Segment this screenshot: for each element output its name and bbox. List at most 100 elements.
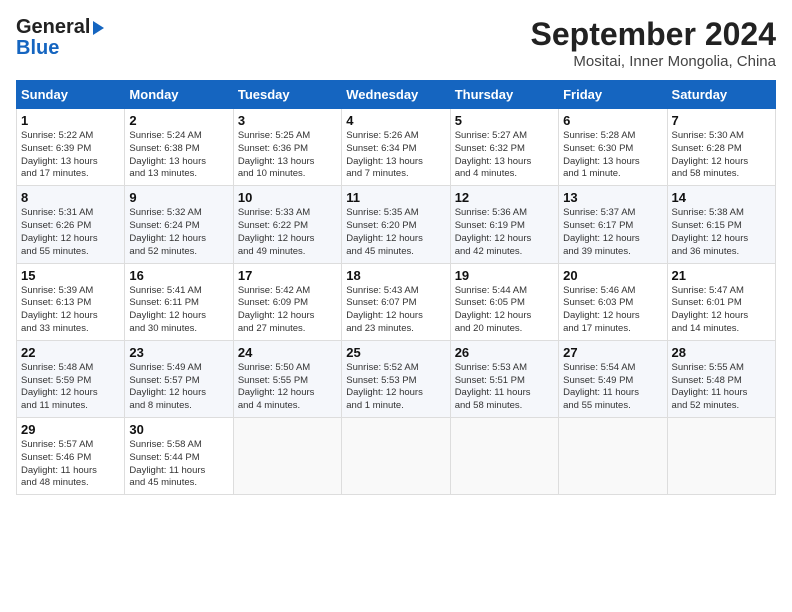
calendar-cell: 23 Sunrise: 5:49 AM Sunset: 5:57 PM Dayli…: [125, 340, 233, 417]
calendar-cell: 7Sunrise: 5:30 AM Sunset: 6:28 PM Daylig…: [667, 109, 775, 186]
day-info: Sunrise: 5:55 AM Sunset: 5:48 PM Dayligh…: [672, 362, 771, 413]
calendar-cell: 26 Sunrise: 5:53 AM Sunset: 5:51 PM Dayli…: [450, 340, 558, 417]
calendar-cell: [450, 418, 558, 495]
col-header-friday: Friday: [559, 81, 667, 109]
calendar-cell: [559, 418, 667, 495]
calendar-cell: 29 Sunrise: 5:57 AM Sunset: 5:46 PM Dayli…: [17, 418, 125, 495]
calendar-cell: 20 Sunrise: 5:46 AM Sunset: 6:03 PM Dayli…: [559, 263, 667, 340]
day-info: Sunrise: 5:48 AM Sunset: 5:59 PM Dayligh…: [21, 362, 120, 413]
day-number: 5: [455, 113, 554, 128]
day-info: Sunrise: 5:46 AM Sunset: 6:03 PM Dayligh…: [563, 285, 662, 336]
calendar-cell: 16 Sunrise: 5:41 AM Sunset: 6:11 PM Dayli…: [125, 263, 233, 340]
logo-arrow-icon: [93, 21, 104, 35]
logo-general: General: [16, 16, 90, 39]
day-number: 2: [129, 113, 228, 128]
day-info: Sunrise: 5:47 AM Sunset: 6:01 PM Dayligh…: [672, 285, 771, 336]
calendar-cell: 6 Sunrise: 5:28 AM Sunset: 6:30 PM Daylig…: [559, 109, 667, 186]
day-info: Sunrise: 5:26 AM Sunset: 6:34 PM Dayligh…: [346, 130, 445, 181]
day-info: Sunrise: 5:42 AM Sunset: 6:09 PM Dayligh…: [238, 285, 337, 336]
day-info: Sunrise: 5:52 AM Sunset: 5:53 PM Dayligh…: [346, 362, 445, 413]
day-info: Sunrise: 5:30 AM Sunset: 6:28 PM Dayligh…: [672, 130, 771, 181]
col-header-saturday: Saturday: [667, 81, 775, 109]
day-info: Sunrise: 5:31 AM Sunset: 6:26 PM Dayligh…: [21, 207, 120, 258]
calendar-cell: 18 Sunrise: 5:43 AM Sunset: 6:07 PM Dayli…: [342, 263, 450, 340]
col-header-monday: Monday: [125, 81, 233, 109]
day-info: Sunrise: 5:44 AM Sunset: 6:05 PM Dayligh…: [455, 285, 554, 336]
day-number: 23: [129, 345, 228, 360]
calendar-cell: 12Sunrise: 5:36 AM Sunset: 6:19 PM Dayli…: [450, 186, 558, 263]
day-info: Sunrise: 5:24 AM Sunset: 6:38 PM Dayligh…: [129, 130, 228, 181]
day-number: 26: [455, 345, 554, 360]
calendar-cell: 27Sunrise: 5:54 AM Sunset: 5:49 PM Dayli…: [559, 340, 667, 417]
calendar-cell: 25 Sunrise: 5:52 AM Sunset: 5:53 PM Dayli…: [342, 340, 450, 417]
day-info: Sunrise: 5:37 AM Sunset: 6:17 PM Dayligh…: [563, 207, 662, 258]
day-info: Sunrise: 5:27 AM Sunset: 6:32 PM Dayligh…: [455, 130, 554, 181]
calendar-cell: [342, 418, 450, 495]
day-number: 8: [21, 190, 120, 205]
calendar-cell: 11 Sunrise: 5:35 AM Sunset: 6:20 PM Dayli…: [342, 186, 450, 263]
day-number: 29: [21, 422, 120, 437]
calendar-cell: 9 Sunrise: 5:32 AM Sunset: 6:24 PM Daylig…: [125, 186, 233, 263]
day-number: 27: [563, 345, 662, 360]
day-number: 10: [238, 190, 337, 205]
calendar-cell: 28Sunrise: 5:55 AM Sunset: 5:48 PM Dayli…: [667, 340, 775, 417]
calendar-cell: 19Sunrise: 5:44 AM Sunset: 6:05 PM Dayli…: [450, 263, 558, 340]
calendar-cell: 21 Sunrise: 5:47 AM Sunset: 6:01 PM Dayli…: [667, 263, 775, 340]
day-number: 11: [346, 190, 445, 205]
day-number: 21: [672, 268, 771, 283]
day-number: 1: [21, 113, 120, 128]
day-info: Sunrise: 5:50 AM Sunset: 5:55 PM Dayligh…: [238, 362, 337, 413]
day-number: 9: [129, 190, 228, 205]
day-number: 16: [129, 268, 228, 283]
calendar-cell: 13 Sunrise: 5:37 AM Sunset: 6:17 PM Dayli…: [559, 186, 667, 263]
logo-blue: Blue: [16, 39, 104, 57]
month-title: September 2024: [531, 16, 776, 53]
day-info: Sunrise: 5:22 AM Sunset: 6:39 PM Dayligh…: [21, 130, 120, 181]
day-number: 3: [238, 113, 337, 128]
day-info: Sunrise: 5:41 AM Sunset: 6:11 PM Dayligh…: [129, 285, 228, 336]
day-number: 24: [238, 345, 337, 360]
day-info: Sunrise: 5:36 AM Sunset: 6:19 PM Dayligh…: [455, 207, 554, 258]
day-number: 4: [346, 113, 445, 128]
calendar-cell: 22Sunrise: 5:48 AM Sunset: 5:59 PM Dayli…: [17, 340, 125, 417]
day-number: 25: [346, 345, 445, 360]
calendar-cell: [667, 418, 775, 495]
day-info: Sunrise: 5:49 AM Sunset: 5:57 PM Dayligh…: [129, 362, 228, 413]
day-info: Sunrise: 5:32 AM Sunset: 6:24 PM Dayligh…: [129, 207, 228, 258]
page-header: General Blue September 2024 Mositai, Inn…: [16, 16, 776, 70]
day-info: Sunrise: 5:28 AM Sunset: 6:30 PM Dayligh…: [563, 130, 662, 181]
day-info: Sunrise: 5:53 AM Sunset: 5:51 PM Dayligh…: [455, 362, 554, 413]
calendar-cell: 2 Sunrise: 5:24 AM Sunset: 6:38 PM Daylig…: [125, 109, 233, 186]
day-number: 13: [563, 190, 662, 205]
day-info: Sunrise: 5:35 AM Sunset: 6:20 PM Dayligh…: [346, 207, 445, 258]
calendar-cell: 4 Sunrise: 5:26 AM Sunset: 6:34 PM Daylig…: [342, 109, 450, 186]
calendar-cell: 24 Sunrise: 5:50 AM Sunset: 5:55 PM Dayli…: [233, 340, 341, 417]
calendar-cell: 10 Sunrise: 5:33 AM Sunset: 6:22 PM Dayli…: [233, 186, 341, 263]
calendar-cell: 3 Sunrise: 5:25 AM Sunset: 6:36 PM Daylig…: [233, 109, 341, 186]
day-info: Sunrise: 5:33 AM Sunset: 6:22 PM Dayligh…: [238, 207, 337, 258]
day-number: 20: [563, 268, 662, 283]
day-number: 6: [563, 113, 662, 128]
col-header-sunday: Sunday: [17, 81, 125, 109]
logo: General Blue: [16, 16, 104, 57]
col-header-tuesday: Tuesday: [233, 81, 341, 109]
day-number: 14: [672, 190, 771, 205]
calendar-cell: 15Sunrise: 5:39 AM Sunset: 6:13 PM Dayli…: [17, 263, 125, 340]
calendar-cell: 17Sunrise: 5:42 AM Sunset: 6:09 PM Dayli…: [233, 263, 341, 340]
day-info: Sunrise: 5:39 AM Sunset: 6:13 PM Dayligh…: [21, 285, 120, 336]
day-info: Sunrise: 5:38 AM Sunset: 6:15 PM Dayligh…: [672, 207, 771, 258]
day-info: Sunrise: 5:25 AM Sunset: 6:36 PM Dayligh…: [238, 130, 337, 181]
calendar-cell: [233, 418, 341, 495]
day-number: 18: [346, 268, 445, 283]
location-subtitle: Mositai, Inner Mongolia, China: [531, 53, 776, 70]
calendar-cell: 5 Sunrise: 5:27 AM Sunset: 6:32 PM Daylig…: [450, 109, 558, 186]
calendar-cell: 1 Sunrise: 5:22 AM Sunset: 6:39 PM Daylig…: [17, 109, 125, 186]
day-info: Sunrise: 5:57 AM Sunset: 5:46 PM Dayligh…: [21, 439, 120, 490]
col-header-thursday: Thursday: [450, 81, 558, 109]
col-header-wednesday: Wednesday: [342, 81, 450, 109]
day-info: Sunrise: 5:43 AM Sunset: 6:07 PM Dayligh…: [346, 285, 445, 336]
day-number: 30: [129, 422, 228, 437]
calendar-cell: 14 Sunrise: 5:38 AM Sunset: 6:15 PM Dayli…: [667, 186, 775, 263]
calendar-cell: 8 Sunrise: 5:31 AM Sunset: 6:26 PM Daylig…: [17, 186, 125, 263]
day-info: Sunrise: 5:58 AM Sunset: 5:44 PM Dayligh…: [129, 439, 228, 490]
